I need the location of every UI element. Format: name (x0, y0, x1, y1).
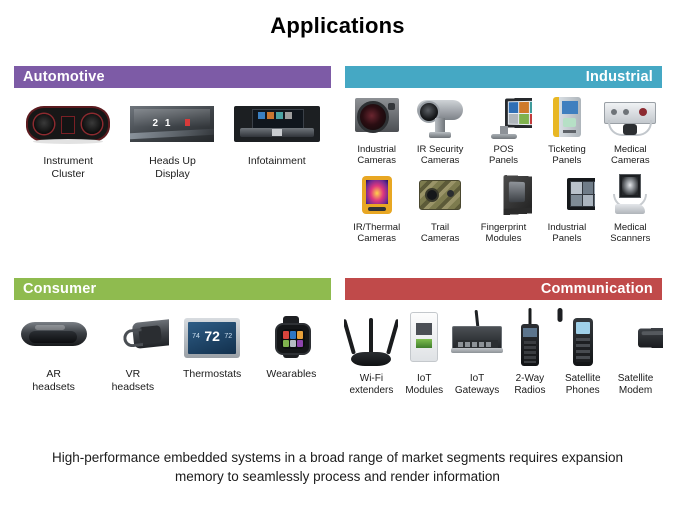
fingerprint-module-image (476, 172, 532, 220)
section-header-automotive: Automotive (14, 66, 331, 88)
ticketing-panel-image (539, 94, 595, 142)
item-label: Satellite Phones (564, 373, 601, 396)
satellite-modem-image (609, 308, 663, 370)
item-ticketing-panels[interactable]: Ticketing Panels (535, 94, 598, 166)
industrial-camera-image (349, 94, 405, 142)
industrial-panel-image (539, 172, 595, 220)
item-label: Thermostats (182, 368, 242, 380)
item-label: Fingerprint Modules (480, 222, 527, 244)
item-label: Instrument Cluster (43, 155, 93, 180)
thermostat-image: 74 72 72 (176, 312, 248, 364)
item-label: Infotainment (247, 155, 306, 167)
item-label: IoT Gateways (454, 373, 500, 396)
item-label: VR headsets (111, 368, 155, 393)
sections-grid: Automotive Instrument Cluster 2 1 Heads … (14, 66, 663, 434)
item-ir-security-cameras[interactable]: IR Security Cameras (408, 94, 471, 166)
section-header-industrial: Industrial (345, 66, 662, 88)
item-medical-scanners[interactable]: Medical Scanners (599, 172, 662, 244)
section-automotive: Automotive Instrument Cluster 2 1 Heads … (14, 66, 331, 180)
item-label: 2-Way Radios (514, 373, 546, 396)
thermostat-right-value: 72 (224, 333, 233, 340)
item-fingerprint-modules[interactable]: Fingerprint Modules (472, 172, 535, 244)
hud-value: 2 1 (152, 118, 173, 129)
item-trail-cameras[interactable]: Trail Cameras (408, 172, 471, 244)
item-industrial-panels[interactable]: Industrial Panels (535, 172, 598, 244)
ir-thermal-camera-image (349, 172, 405, 220)
item-medical-cameras[interactable]: Medical Cameras (599, 94, 662, 166)
section-consumer-row-1: AR headsets VR headsets 74 72 72 Thermos… (14, 300, 331, 393)
item-ar-headsets[interactable]: AR headsets (14, 312, 93, 393)
item-thermostats[interactable]: 74 72 72 Thermostats (173, 312, 252, 381)
item-wifi-extenders[interactable]: Wi-Fi extenders (344, 308, 399, 396)
item-label: Heads Up Display (149, 155, 196, 180)
summary-caption: High-performance embedded systems in a b… (51, 450, 624, 484)
item-industrial-cameras[interactable]: Industrial Cameras (345, 94, 408, 166)
section-industrial: Industrial Industrial Cameras IR Securit… (345, 66, 662, 244)
section-automotive-row-1: Instrument Cluster 2 1 Heads Up Display (14, 88, 331, 180)
item-label: AR headsets (32, 368, 75, 393)
heads-up-display-image: 2 1 (129, 100, 215, 148)
item-label: Wi-Fi extenders (349, 373, 394, 396)
iot-module-image (397, 308, 451, 370)
section-communication: Communication Wi-Fi extenders IoT Module… (344, 278, 663, 396)
section-communication-row-1: Wi-Fi extenders IoT Modules IoT Gateways (344, 300, 663, 396)
satellite-phone-image (556, 308, 610, 370)
iot-gateway-image (450, 308, 504, 370)
wearable-watch-image (255, 312, 327, 364)
item-label: Ticketing Panels (548, 144, 586, 166)
medical-camera-image (602, 94, 658, 142)
item-label: Satellite Modem (617, 373, 654, 396)
wifi-extender-image (344, 308, 399, 370)
item-iot-gateways[interactable]: IoT Gateways (451, 308, 504, 396)
item-ir-thermal-cameras[interactable]: IR/Thermal Cameras (345, 172, 408, 244)
thermostat-left-value: 74 (192, 333, 200, 340)
item-iot-modules[interactable]: IoT Modules (398, 308, 451, 396)
item-label: Trail Cameras (420, 222, 460, 244)
ir-security-camera-image (412, 94, 468, 142)
item-two-way-radios[interactable]: 2-Way Radios (503, 308, 556, 396)
item-vr-headsets[interactable]: VR headsets (93, 312, 172, 393)
item-label: IR Security Cameras (416, 144, 464, 166)
section-header-consumer: Consumer (14, 278, 331, 300)
item-pos-panels[interactable]: POS Panels (472, 94, 535, 166)
item-heads-up-display[interactable]: 2 1 Heads Up Display (120, 100, 224, 180)
trail-camera-image (412, 172, 468, 220)
item-satellite-phones[interactable]: Satellite Phones (556, 308, 609, 396)
pos-panel-image (476, 94, 532, 142)
two-way-radio-image (503, 308, 557, 370)
item-instrument-cluster[interactable]: Instrument Cluster (16, 100, 120, 180)
section-industrial-row-1: Industrial Cameras IR Security Cameras P… (345, 88, 662, 166)
section-industrial-row-2: IR/Thermal Cameras Trail Cameras Fingerp… (345, 166, 662, 244)
item-label: Medical Cameras (611, 144, 650, 166)
thermostat-temperature: 72 (204, 328, 220, 344)
item-label: Wearables (266, 368, 317, 380)
item-satellite-modem[interactable]: Satellite Modem (609, 308, 663, 396)
section-consumer: Consumer AR headsets VR headsets 74 72 7… (14, 278, 331, 393)
page-title: Applications (270, 13, 405, 38)
item-label: POS Panels (488, 144, 519, 166)
ar-headset-image (18, 312, 90, 364)
item-label: Industrial Cameras (357, 144, 396, 166)
medical-scanner-image (602, 172, 658, 220)
item-label: Industrial Panels (547, 222, 587, 244)
item-infotainment[interactable]: Infotainment (225, 100, 329, 168)
item-label: IoT Modules (405, 373, 444, 396)
item-label: Medical Scanners (610, 222, 651, 244)
item-wearables[interactable]: Wearables (252, 312, 331, 381)
section-header-communication: Communication (345, 278, 662, 300)
item-label: IR/Thermal Cameras (353, 222, 401, 244)
vr-headset-image (97, 312, 169, 364)
infotainment-image (233, 100, 320, 148)
instrument-cluster-image (25, 100, 111, 148)
